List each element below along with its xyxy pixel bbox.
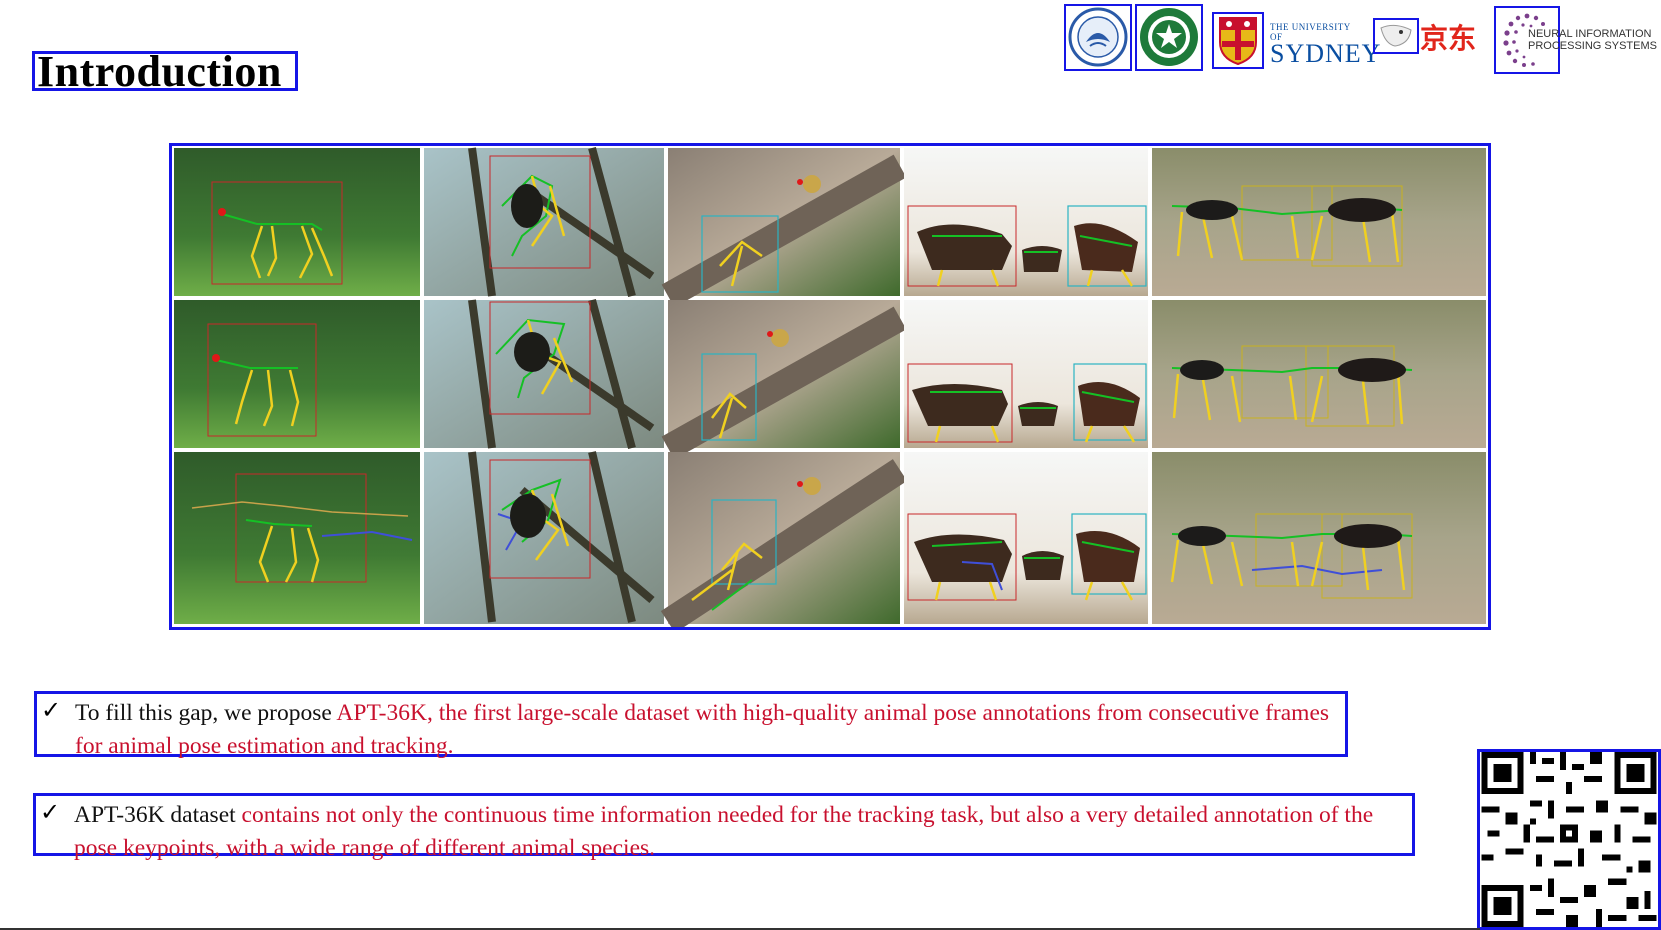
sydney-wordmark-main: SYDNEY bbox=[1270, 39, 1382, 68]
row-1 bbox=[174, 146, 1486, 308]
university-seal-1-icon bbox=[1064, 4, 1132, 71]
neurips-line1: NEURAL INFORMATION bbox=[1528, 28, 1652, 40]
sydney-crest-icon bbox=[1212, 12, 1264, 69]
page-title: Introduction bbox=[32, 50, 298, 94]
jd-wordmark: 京东 bbox=[1420, 22, 1477, 55]
neurips-wordmark: NEURAL INFORMATION PROCESSING SYSTEMS bbox=[1528, 28, 1658, 52]
bullet-apt36k-proposal: ✓ To fill this gap, we propose APT-36K, … bbox=[34, 691, 1348, 759]
bullet-2-plain: APT-36K dataset bbox=[74, 802, 242, 828]
bullet-2-highlight: contains not only the continuous time in… bbox=[74, 802, 1374, 861]
jd-mascot-icon bbox=[1373, 18, 1419, 54]
sydney-wordmark: THE UNIVERSITY OF SYDNEY bbox=[1270, 22, 1380, 67]
slide: Introduction THE UNIVERSITY OF SYDNEY 京东… bbox=[0, 0, 1661, 930]
bullet-1-plain: To fill this gap, we propose bbox=[75, 700, 337, 726]
qr-code[interactable] bbox=[1477, 749, 1661, 930]
row-2 bbox=[174, 298, 1486, 460]
row-3 bbox=[174, 451, 1486, 633]
pose-figure bbox=[169, 143, 1491, 633]
bullet-apt36k-description: ✓ APT-36K dataset contains not only the … bbox=[33, 793, 1415, 861]
check-icon: ✓ bbox=[40, 798, 61, 826]
university-seal-2-icon bbox=[1135, 4, 1203, 71]
neurips-line2: PROCESSING SYSTEMS bbox=[1528, 40, 1657, 52]
check-icon: ✓ bbox=[41, 696, 62, 724]
qr-code-pattern bbox=[1481, 752, 1657, 927]
pose-figure-grid bbox=[174, 146, 1486, 633]
